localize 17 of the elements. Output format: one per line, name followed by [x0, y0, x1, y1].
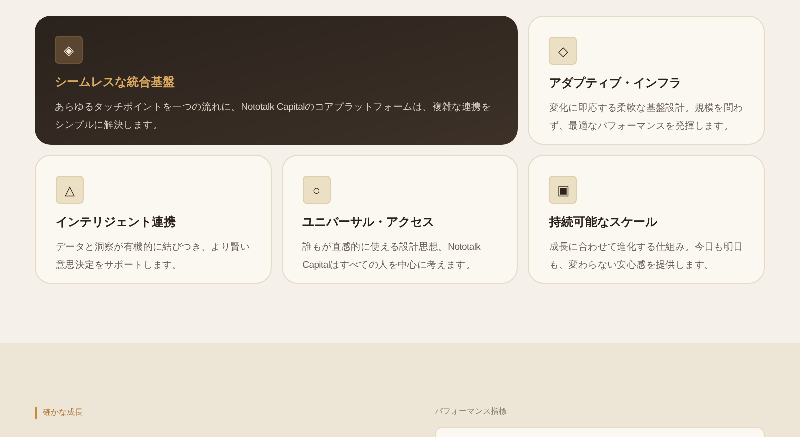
feature-title: 持続可能なスケール [549, 214, 659, 231]
shape-icon: △ [56, 176, 84, 204]
shape-icon: ◇ [549, 37, 578, 65]
feature-title: インテリジェント連携 [56, 214, 177, 231]
feature-description: データと洞察が有機的に結びつき、より賢い意思決定をサポートします。 [56, 241, 252, 273]
metrics-label: パフォーマンス指標 [435, 407, 508, 417]
section-eyebrow: 確かな成長 [35, 407, 83, 419]
shape-icon: ▣ [549, 176, 578, 204]
feature-title: シームレスな統合基盤 [55, 74, 176, 91]
shape-icon: ◈ [55, 36, 83, 64]
feature-description: あらゆるタッチポイントを一つの流れに。Nototalk Capitalのコアプラットフォームは、複雑な連携をシンプルに解決します。 [55, 101, 492, 133]
feature-title: アダプティブ・インフラ [549, 75, 682, 92]
shape-icon: ○ [302, 176, 331, 204]
feature-description: 変化に即応する柔軟な基盤設計。規模を問わず、最適なパフォーマンスを発揮します。 [549, 102, 744, 134]
feature-title: ユニバーサル・アクセス [302, 214, 436, 231]
feature-description: 誰もが直感的に使える設計思想。Nototalk Capitalはすべての人を中心に考えます。 [302, 241, 482, 273]
feature-description: 成長に合わせて進化する仕組み。今日も明日も、変わらない安心感を提供します。 [549, 241, 744, 273]
